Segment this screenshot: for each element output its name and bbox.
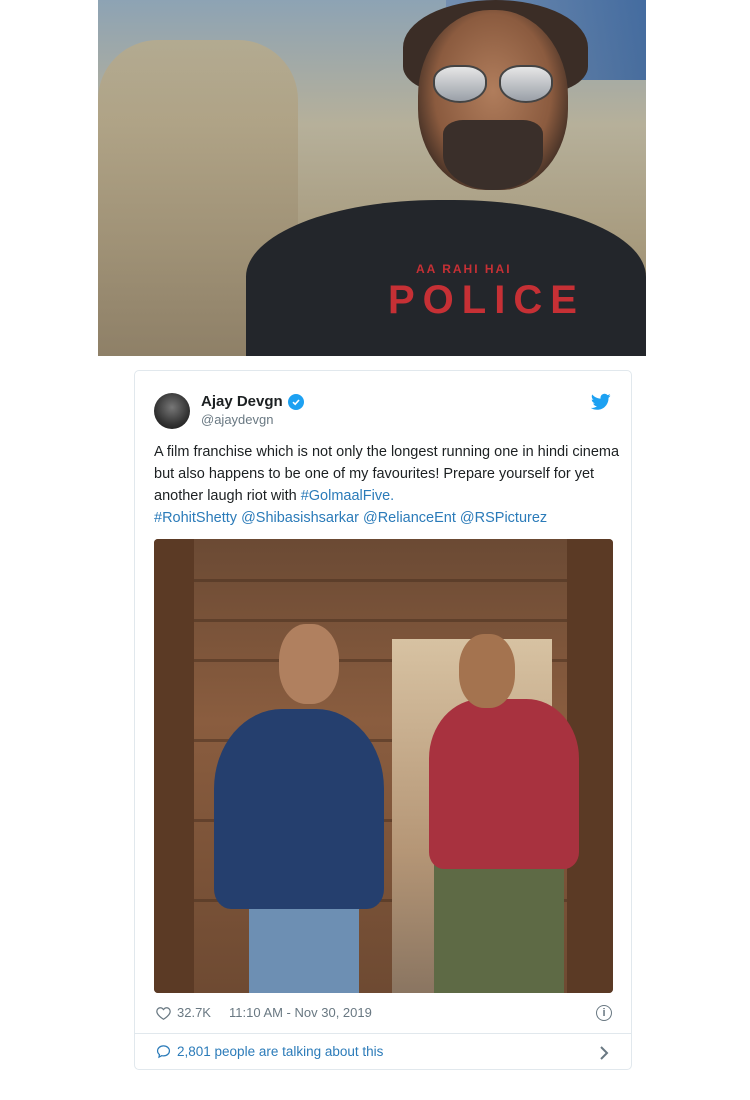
talking-count[interactable]: 2,801 people are talking about this	[177, 1044, 383, 1059]
tweet-photo[interactable]	[154, 539, 613, 993]
header-photo: AA RAHI HAI POLICE	[98, 0, 646, 356]
conversation-link[interactable]: 2,801 people are talking about this	[156, 1044, 383, 1059]
person-left-head	[279, 624, 339, 704]
shirt-text-line2: POLICE	[388, 278, 585, 322]
chevron-right-icon[interactable]	[599, 1046, 609, 1065]
tweet-text: A film franchise which is not only the l…	[154, 441, 624, 529]
tweet-card[interactable]: Ajay Devgn @ajaydevgn A film franchise w…	[134, 370, 632, 1070]
like-count[interactable]: 32.7K	[177, 1005, 211, 1020]
shirt-text-line1: AA RAHI HAI	[416, 262, 512, 276]
author-name[interactable]: Ajay Devgn	[201, 393, 283, 410]
beard	[443, 120, 543, 190]
mention-rspicturez[interactable]: @RSPicturez	[460, 510, 547, 526]
twitter-bird-icon[interactable]	[591, 393, 611, 411]
author-handle[interactable]: @ajaydevgn	[201, 412, 273, 427]
hashtag-rohitshetty[interactable]: #RohitShetty	[154, 510, 237, 526]
comment-icon	[156, 1045, 171, 1059]
author-name-row[interactable]: Ajay Devgn	[201, 393, 304, 410]
person-right-head	[459, 634, 515, 708]
person-right-polo	[429, 699, 579, 869]
info-icon[interactable]: i	[596, 1005, 612, 1021]
mention-shibasishsarkar[interactable]: @Shibasishsarkar	[241, 510, 359, 526]
divider	[135, 1033, 631, 1034]
sunglasses	[433, 65, 553, 103]
verified-icon	[287, 393, 304, 410]
person-left-jeans	[249, 899, 359, 993]
door-frame-left	[154, 539, 194, 993]
person-left-hoodie	[214, 709, 384, 909]
person-right-pants	[434, 859, 564, 993]
avatar[interactable]	[154, 393, 190, 429]
timestamp[interactable]: 11:10 AM - Nov 30, 2019	[229, 1005, 372, 1020]
mention-relianceent[interactable]: @RelianceEnt	[363, 510, 456, 526]
heart-icon[interactable]	[156, 1006, 171, 1020]
tweet-meta: 32.7K 11:10 AM - Nov 30, 2019	[156, 1005, 372, 1020]
hashtag-golmaalfive[interactable]: #GolmaalFive.	[301, 488, 394, 504]
